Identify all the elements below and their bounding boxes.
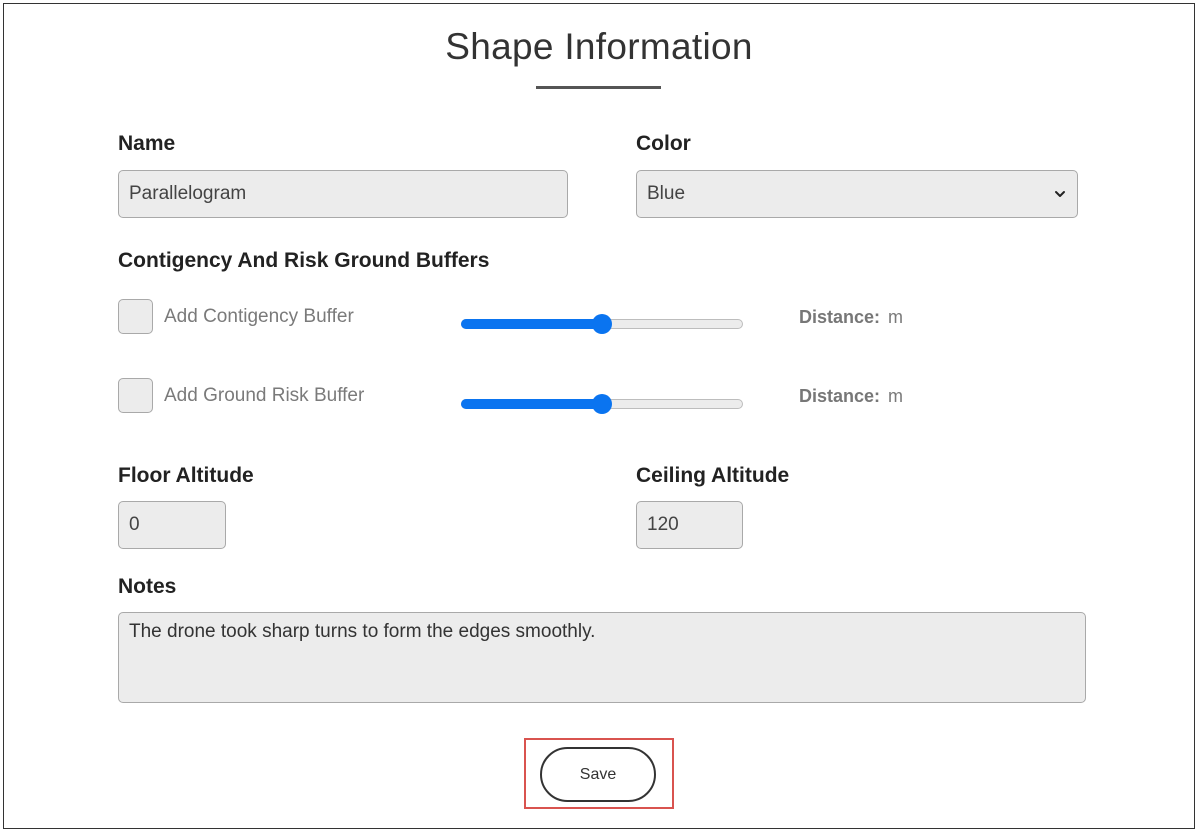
slider-thumb[interactable] <box>592 314 612 334</box>
notes-textarea[interactable]: The drone took sharp turns to form the e… <box>118 612 1086 703</box>
distance-label: Distance: <box>799 386 881 406</box>
name-input-value: Parallelogram <box>129 183 247 204</box>
floor-altitude-input[interactable]: 0 <box>118 501 226 549</box>
ground-risk-buffer-label: Add Ground Risk Buffer <box>164 385 365 406</box>
slider-fill <box>461 399 601 409</box>
contingency-buffer-checkbox[interactable] <box>118 299 153 334</box>
notes-label: Notes <box>118 575 177 598</box>
dialog-frame <box>3 3 1195 829</box>
distance-label: Distance: <box>799 307 881 327</box>
contingency-buffer-label: Add Contigency Buffer <box>164 306 354 327</box>
page-title: Shape Information <box>445 26 753 67</box>
color-label: Color <box>636 132 691 155</box>
floor-altitude-value: 0 <box>129 514 140 535</box>
contingency-buffer-slider[interactable] <box>461 314 743 334</box>
name-input[interactable]: Parallelogram <box>118 170 568 218</box>
distance-unit: m <box>888 307 904 327</box>
title-underline <box>536 86 661 89</box>
ceiling-altitude-input[interactable]: 120 <box>636 501 743 549</box>
ground-risk-distance-readout: Distance: m <box>799 386 903 407</box>
save-button[interactable]: Save <box>540 747 656 802</box>
name-label: Name <box>118 132 176 155</box>
floor-altitude-label: Floor Altitude <box>118 464 254 487</box>
chevron-down-icon <box>1055 191 1065 197</box>
color-select[interactable]: Blue <box>636 170 1078 218</box>
contingency-distance-readout: Distance: m <box>799 307 903 328</box>
slider-thumb[interactable] <box>592 394 612 414</box>
slider-fill <box>461 319 601 329</box>
ceiling-altitude-label: Ceiling Altitude <box>636 464 790 487</box>
distance-unit: m <box>888 386 904 406</box>
notes-value: The drone took sharp turns to form the e… <box>129 621 596 642</box>
ceiling-altitude-value: 120 <box>647 514 679 535</box>
color-select-value: Blue <box>647 183 686 204</box>
ground-risk-buffer-slider[interactable] <box>461 394 743 414</box>
ground-risk-buffer-checkbox[interactable] <box>118 378 153 413</box>
buffers-section-label: Contigency And Risk Ground Buffers <box>118 249 490 272</box>
